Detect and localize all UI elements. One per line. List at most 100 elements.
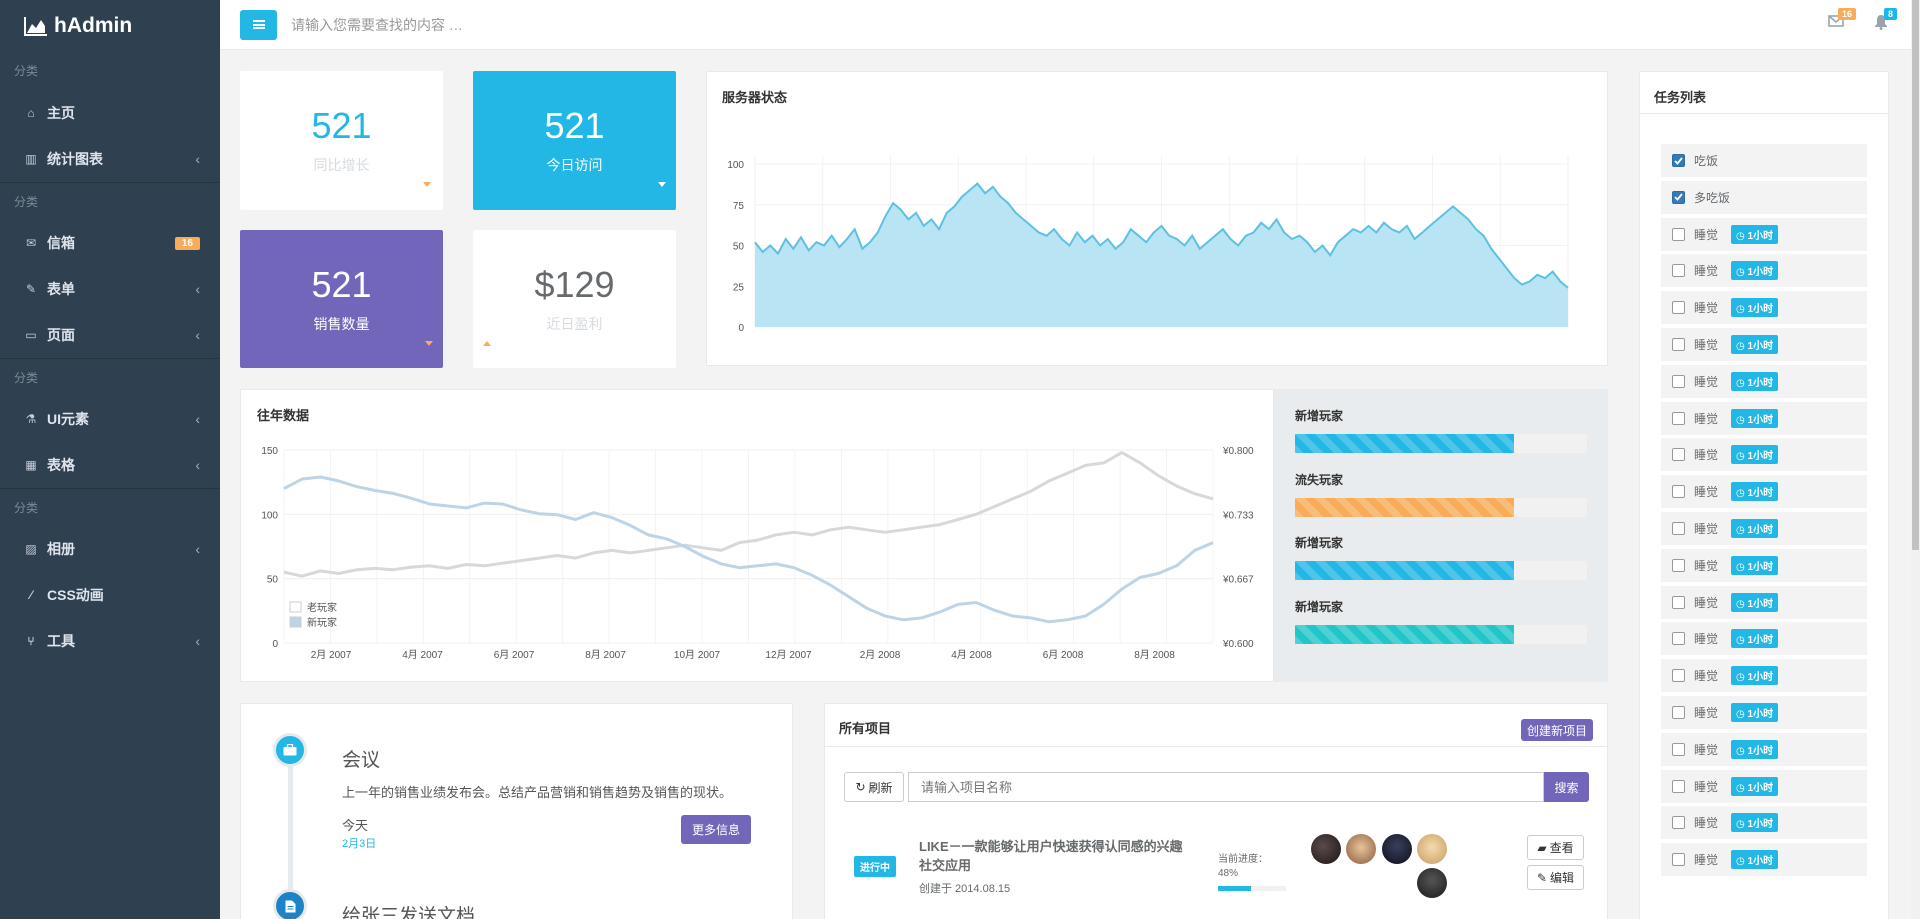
task-checkbox[interactable]: [1672, 190, 1685, 204]
task-time-badge: ◷ 1小时: [1731, 519, 1779, 538]
task-checkbox[interactable]: [1672, 779, 1685, 793]
menu-toggle-button[interactable]: [240, 9, 277, 40]
task-item[interactable]: 睡觉 ◷ 1小时: [1661, 732, 1867, 766]
task-checkbox[interactable]: [1672, 227, 1685, 241]
avatar[interactable]: [1417, 868, 1447, 898]
sidebar-item-charts[interactable]: ▥ 统计图表 ‹: [0, 136, 220, 182]
sidebar-item-pages[interactable]: ▭ 页面 ‹: [0, 312, 220, 358]
project-search-button[interactable]: 搜索: [1544, 772, 1589, 802]
task-item[interactable]: 睡觉 ◷ 1小时: [1661, 843, 1867, 877]
task-time-badge: ◷ 1小时: [1731, 298, 1779, 318]
sidebar-item-forms[interactable]: ✎ 表单 ‹: [0, 266, 220, 312]
task-item[interactable]: 睡觉 ◷ 1小时: [1661, 364, 1867, 398]
task-checkbox[interactable]: [1672, 632, 1685, 646]
task-checkbox[interactable]: [1672, 301, 1685, 315]
task-item[interactable]: 睡觉 ◷ 1小时: [1661, 806, 1867, 840]
task-label: 睡觉: [1694, 301, 1719, 316]
progress-item: 新增玩家: [1295, 407, 1587, 453]
task-checkbox[interactable]: [1672, 448, 1685, 462]
sidebar-item-css-animation[interactable]: ⁄ CSS动画: [0, 572, 220, 618]
task-checkbox[interactable]: [1672, 522, 1685, 535]
task-checkbox[interactable]: [1672, 742, 1685, 756]
cutlery-icon: ⑂: [27, 634, 35, 648]
chevron-left-icon: ‹: [195, 151, 200, 167]
task-checkbox[interactable]: [1672, 853, 1685, 867]
task-checkbox[interactable]: [1672, 374, 1685, 388]
task-checkbox[interactable]: [1672, 558, 1685, 572]
nav-section-label: 分类: [0, 358, 220, 396]
sidebar-item-tables[interactable]: ▦ 表格 ‹: [0, 442, 220, 488]
task-checkbox[interactable]: [1672, 338, 1685, 351]
task-time-badge: ◷ 1小时: [1731, 261, 1779, 281]
avatar[interactable]: [1311, 834, 1341, 864]
task-checkbox[interactable]: [1672, 706, 1685, 719]
task-item[interactable]: 多吃饭: [1661, 180, 1867, 214]
more-info-button[interactable]: 更多信息: [681, 815, 751, 844]
task-checkbox[interactable]: [1672, 264, 1685, 278]
task-item[interactable]: 睡觉 ◷ 1小时: [1661, 769, 1867, 803]
logo[interactable]: hAdmin: [0, 0, 220, 52]
magic-icon: ⁄: [29, 588, 32, 602]
task-item[interactable]: 睡觉 ◷ 1小时: [1661, 659, 1867, 693]
task-label: 睡觉: [1694, 816, 1719, 831]
page-scrollbar[interactable]: [1911, 0, 1920, 919]
timeline-marker: [273, 733, 307, 767]
sidebar-item-gallery[interactable]: ▨ 相册 ‹: [0, 526, 220, 572]
task-time-badge: ◷ 1小时: [1731, 739, 1779, 759]
task-checkbox[interactable]: [1672, 816, 1685, 830]
task-time-badge: ◷ 1小时: [1731, 445, 1779, 465]
task-checkbox[interactable]: [1672, 485, 1685, 499]
task-checkbox[interactable]: [1672, 411, 1685, 425]
task-item[interactable]: 睡觉 ◷ 1小时: [1661, 438, 1867, 472]
sidebar-item-mailbox[interactable]: ✉ 信箱 16: [0, 220, 220, 266]
notifications-button[interactable]: 8: [1874, 8, 1898, 32]
avatar[interactable]: [1382, 834, 1412, 864]
messages-button[interactable]: 16: [1828, 8, 1857, 32]
create-project-button[interactable]: 创建新项目: [1521, 719, 1593, 741]
progress-item: 流失玩家: [1295, 471, 1587, 517]
task-item[interactable]: 睡觉 ◷ 1小时: [1661, 512, 1867, 545]
task-checkbox[interactable]: [1672, 154, 1685, 167]
task-item[interactable]: 睡觉 ◷ 1小时: [1661, 475, 1867, 509]
task-item[interactable]: 睡觉 ◷ 1小时: [1661, 328, 1867, 361]
task-label: 睡觉: [1694, 338, 1719, 352]
task-label: 睡觉: [1694, 742, 1719, 757]
x-tick-label: 8月 2008: [1134, 649, 1175, 661]
file-text-icon: [285, 900, 295, 912]
project-created-date: 创建于 2014.08.15: [919, 883, 1011, 895]
global-search-input[interactable]: [291, 16, 791, 33]
refresh-button[interactable]: ↻ 刷新: [844, 772, 904, 802]
progress-fill: [1295, 625, 1514, 644]
view-project-button[interactable]: ▰ 查看: [1527, 835, 1584, 860]
project-search-input[interactable]: [908, 772, 1544, 802]
sidebar-item-tools[interactable]: ⑂ 工具 ‹: [0, 618, 220, 664]
picture-icon: ▨: [25, 542, 37, 556]
task-item[interactable]: 睡觉 ◷ 1小时: [1661, 217, 1867, 251]
envelope-icon: ✉: [25, 236, 37, 250]
task-item[interactable]: 睡觉 ◷ 1小时: [1661, 696, 1867, 729]
messages-count-badge: 16: [1838, 8, 1857, 20]
task-item[interactable]: 吃饭: [1661, 144, 1867, 177]
task-item[interactable]: 睡觉 ◷ 1小时: [1661, 291, 1867, 325]
chevron-left-icon: ‹: [195, 411, 200, 427]
task-time-badge: ◷ 1小时: [1731, 224, 1779, 244]
edit-project-button[interactable]: ✎ 编辑: [1527, 865, 1584, 890]
timeline-date: 2月3日: [342, 838, 377, 850]
task-item[interactable]: 睡觉 ◷ 1小时: [1661, 622, 1867, 656]
task-item[interactable]: 睡觉 ◷ 1小时: [1661, 401, 1867, 435]
avatar[interactable]: [1417, 834, 1447, 864]
task-checkbox[interactable]: [1672, 669, 1685, 683]
scrollbar-thumb[interactable]: [1912, 0, 1919, 550]
task-checkbox[interactable]: [1672, 595, 1685, 609]
x-tick-label: 2月 2008: [860, 649, 901, 661]
avatar[interactable]: [1346, 834, 1376, 864]
sidebar-item-home[interactable]: ⌂ 主页: [0, 90, 220, 136]
task-item[interactable]: 睡觉 ◷ 1小时: [1661, 548, 1867, 582]
task-label: 睡觉: [1694, 485, 1719, 500]
task-item[interactable]: 睡觉 ◷ 1小时: [1661, 585, 1867, 619]
progress-fill: [1295, 434, 1514, 453]
sidebar-item-ui-elements[interactable]: ⚗ UI元素 ‹: [0, 396, 220, 442]
stat-label: 同比增长: [313, 157, 370, 173]
task-item[interactable]: 睡觉 ◷ 1小时: [1661, 254, 1867, 288]
project-name-link[interactable]: LIKE－一款能够让用户快速获得认同感的兴趣社交应用: [919, 837, 1189, 875]
